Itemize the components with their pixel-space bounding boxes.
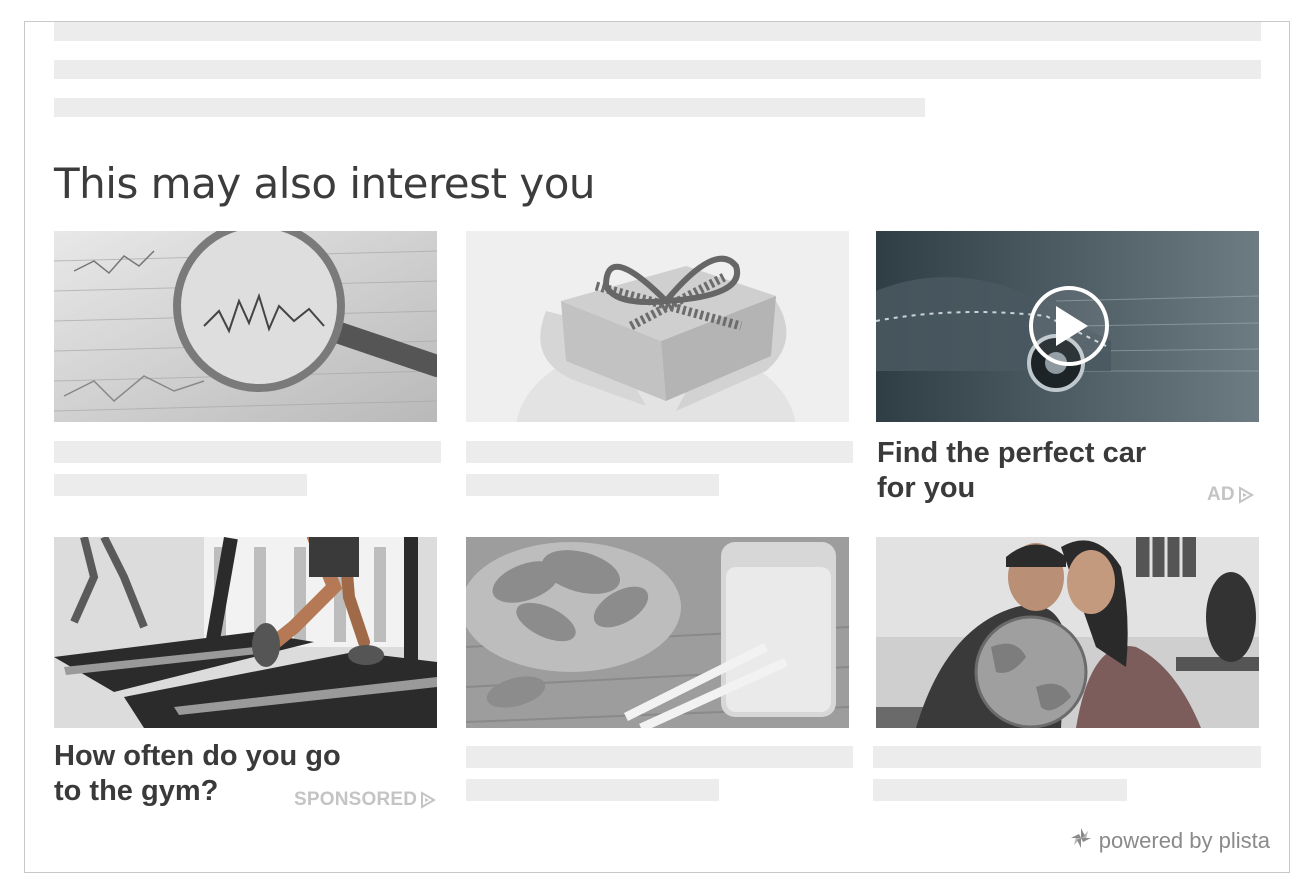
card-title-placeholder [466,441,853,463]
sponsored-label[interactable]: SPONSORED [294,789,437,811]
card-image-finance[interactable] [54,231,437,422]
ad-choices-icon [1238,486,1254,504]
ad-label-text: AD [1207,484,1235,505]
ad-choices-icon [420,791,437,809]
card-image-car[interactable] [876,231,1259,422]
card-subtitle-placeholder [873,779,1127,801]
ad-label[interactable]: AD [1207,484,1254,506]
card-title-placeholder [466,746,853,768]
card-image-travel[interactable] [876,537,1259,728]
card-image-gift[interactable] [466,231,849,422]
card-subtitle-placeholder [466,779,719,801]
section-heading: This may also interest you [54,159,596,208]
card-subtitle-placeholder [54,474,307,496]
play-icon[interactable] [1029,286,1109,366]
article-placeholder-line [54,98,925,117]
card-image-gym[interactable] [54,537,437,728]
card-title-car[interactable]: Find the perfect car for you [877,436,1167,506]
card-image-food[interactable] [466,537,849,728]
card-subtitle-placeholder [466,474,719,496]
card-title-placeholder [873,746,1261,768]
sponsored-label-text: SPONSORED [294,789,418,810]
plista-logo-icon [1069,826,1093,856]
powered-by-plista[interactable]: powered by plista [1069,826,1270,856]
article-placeholder-line [54,22,1261,41]
article-placeholder-line [54,60,1261,79]
card-title-placeholder [54,441,441,463]
powered-by-text: powered by plista [1098,828,1270,853]
